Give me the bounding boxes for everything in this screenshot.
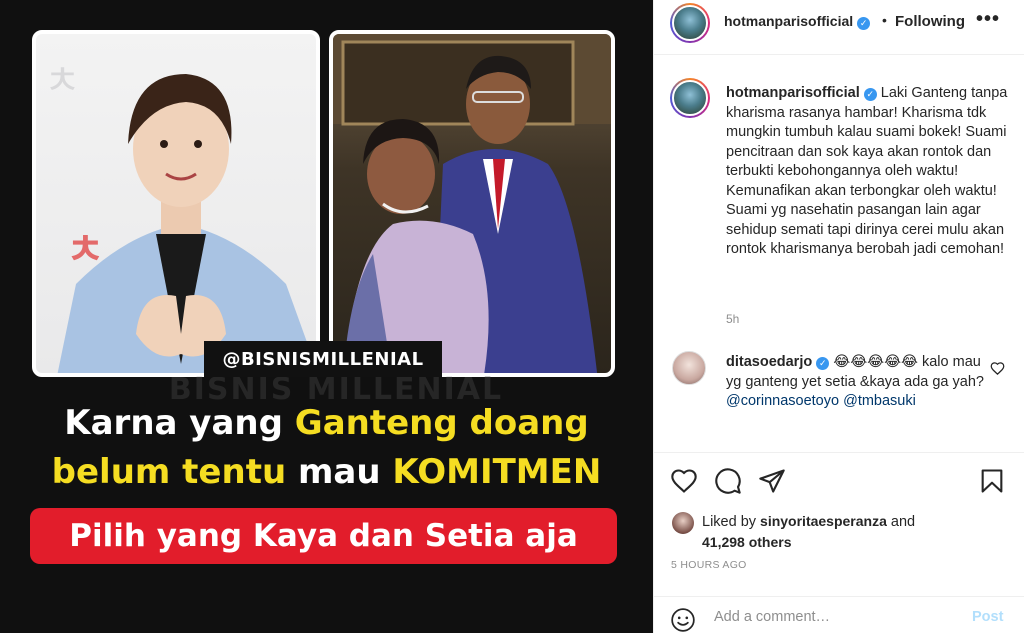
- comment-bubble-icon[interactable]: [714, 467, 742, 495]
- post-header: hotmanparisofficial ✓ • Following •••: [654, 0, 1024, 55]
- headline-line-1-highlight: Ganteng doang: [294, 403, 589, 443]
- likes-count[interactable]: 41,298 others: [702, 534, 792, 550]
- photo-man-heart-gesture: ㅊ ㅊ: [32, 30, 320, 377]
- comment-mention-2[interactable]: @tmbasuki: [843, 393, 916, 409]
- svg-text:ㅊ: ㅊ: [44, 58, 81, 104]
- more-options-icon[interactable]: •••: [976, 8, 1000, 31]
- caption-avatar[interactable]: [670, 78, 710, 118]
- likes-and: and: [886, 514, 916, 530]
- header-separator: •: [882, 12, 887, 28]
- watermark-handle: @BISNISMILLENIAL: [204, 341, 442, 377]
- comment-like-heart-icon[interactable]: [990, 361, 1005, 376]
- caption-text: Laki Ganteng tanpa kharisma rasanya hamb…: [726, 85, 1008, 257]
- post-comment-button[interactable]: Post: [972, 609, 1003, 625]
- avatar[interactable]: [670, 3, 710, 43]
- caption-username[interactable]: hotmanparisofficial: [726, 85, 860, 101]
- verified-badge-icon: ✓: [816, 357, 830, 370]
- post-sidebar: hotmanparisofficial ✓ • Following ••• hot…: [653, 0, 1024, 633]
- photo-couple: [329, 30, 615, 377]
- header-username-group: hotmanparisofficial ✓: [724, 13, 871, 30]
- comment-avatar[interactable]: [672, 351, 706, 385]
- photo-left-illustration: ㅊ ㅊ: [44, 58, 316, 373]
- headline-line-2-highlight-2: KOMITMEN: [392, 452, 602, 492]
- background-watermark: BISNIS MILLENIAL: [168, 372, 504, 407]
- comment-mention-1[interactable]: @corinnasoetoyo: [726, 393, 839, 409]
- headline-line-2-mid: mau: [286, 452, 393, 492]
- verified-badge-icon: ✓: [857, 17, 871, 30]
- likes-prefix: Liked by: [702, 514, 761, 530]
- headline-line-1: Karna yang Ganteng doang: [0, 403, 653, 443]
- action-bar: [654, 452, 1024, 512]
- caption-timestamp[interactable]: 5h: [726, 312, 739, 326]
- comment-input[interactable]: [714, 605, 954, 629]
- add-comment-bar: Post: [654, 596, 1024, 633]
- verified-badge-icon: ✓: [863, 88, 877, 101]
- photo-right-illustration: [333, 34, 611, 373]
- emoji-smiley-icon[interactable]: [670, 607, 696, 633]
- comment-emojis: 😂😂😂😂😂: [833, 354, 918, 370]
- headline-line-2: belum tentu mau KOMITMEN: [0, 452, 653, 492]
- liker-username[interactable]: sinyoritaesperanza: [760, 513, 887, 529]
- comment-username[interactable]: ditasoedarjo: [726, 354, 812, 370]
- post-caption: hotmanparisofficial ✓ Laki Ganteng tanpa …: [726, 84, 1011, 260]
- headline-line-2-highlight: belum tentu: [51, 452, 287, 492]
- heart-icon[interactable]: [670, 467, 698, 495]
- following-button[interactable]: Following: [895, 13, 965, 30]
- post-image[interactable]: ㅊ ㅊ BISNIS MILLENIAL @BISNISMILLENIAL Ka…: [0, 0, 653, 633]
- post-timestamp[interactable]: 5 HOURS AGO: [671, 559, 747, 571]
- header-username[interactable]: hotmanparisofficial: [724, 13, 853, 29]
- share-paper-plane-icon[interactable]: [758, 467, 786, 495]
- bookmark-icon[interactable]: [978, 467, 1006, 495]
- comment: ditasoedarjo ✓ 😂😂😂😂😂 kalo mau yg ganteng …: [726, 353, 986, 412]
- likes-summary: Liked by sinyoritaesperanza and 41,298 o…: [702, 512, 1002, 553]
- headline-line-1-pre: Karna yang: [64, 403, 295, 443]
- liker-avatar[interactable]: [672, 512, 694, 534]
- red-banner: Pilih yang Kaya dan Setia aja: [30, 508, 617, 564]
